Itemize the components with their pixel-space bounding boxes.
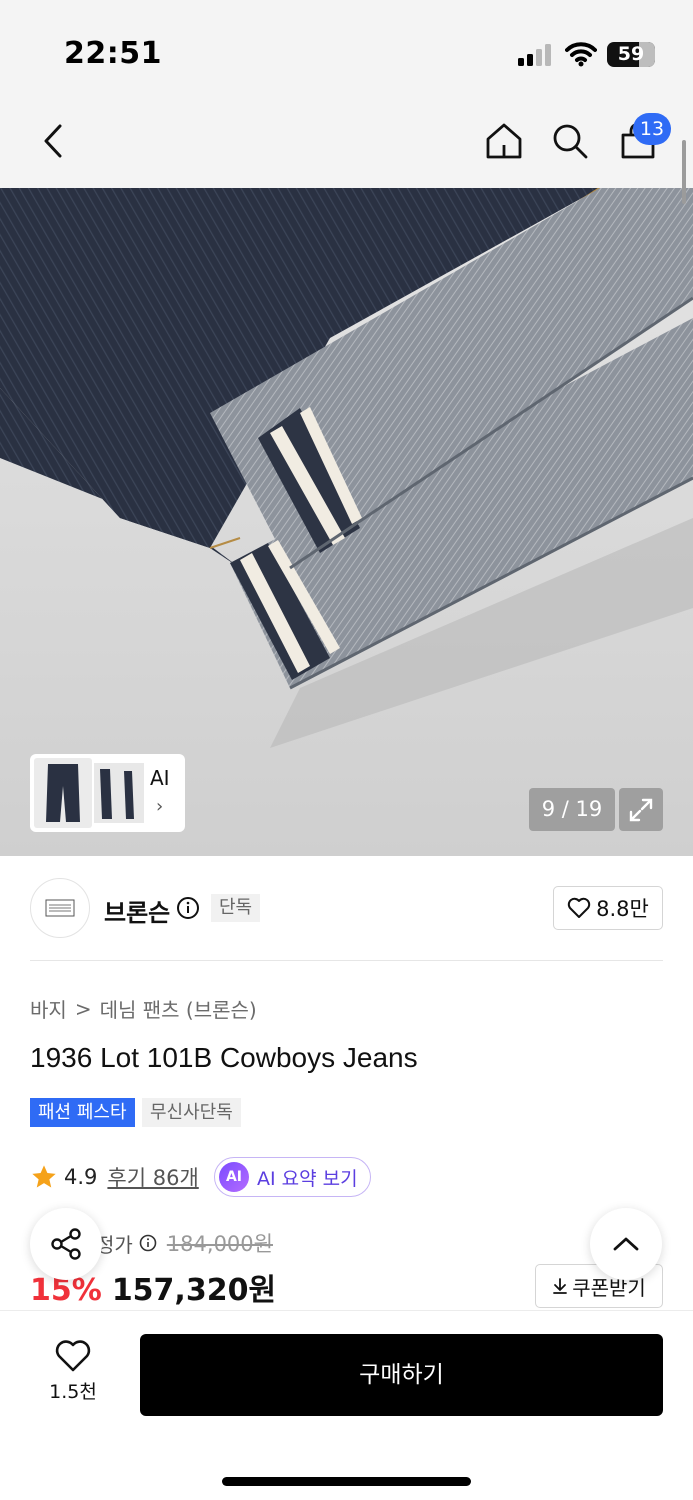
brand-like-count: 8.8만: [596, 897, 649, 921]
info-icon[interactable]: [139, 1234, 157, 1252]
rating-value: 4.9: [64, 1165, 98, 1189]
top-navigation: [0, 100, 693, 188]
image-counter: 9 / 19: [529, 788, 615, 831]
ai-thumbnail-button[interactable]: AI ›: [30, 754, 185, 832]
divider: [30, 960, 663, 961]
product-like-count: 1.5천: [49, 1381, 97, 1403]
sale-price: 157,320원: [111, 1273, 277, 1308]
scroll-top-button[interactable]: [590, 1208, 662, 1280]
home-icon: [486, 123, 522, 159]
brand-logo[interactable]: [30, 878, 90, 938]
bottom-action-bar: 1.5천 구매하기: [0, 1310, 693, 1500]
back-button[interactable]: [30, 118, 76, 164]
heart-icon: [567, 897, 591, 918]
thumbnail-ai-label: AI: [150, 766, 170, 790]
home-indicator[interactable]: [222, 1477, 471, 1486]
original-price-row: 정가 184,000원: [96, 1228, 273, 1258]
brand-logo-mark: [45, 899, 75, 917]
home-button[interactable]: [481, 118, 527, 164]
chevron-right-icon: ›: [156, 796, 164, 817]
review-link[interactable]: 후기 86개: [107, 1162, 198, 1192]
download-icon: [553, 1278, 568, 1294]
chevron-up-icon: [613, 1237, 639, 1251]
expand-icon: [629, 798, 653, 821]
share-button[interactable]: [30, 1208, 102, 1280]
cart-count-badge: 13: [633, 113, 671, 145]
ai-badge-icon: AI: [219, 1162, 249, 1192]
scrollbar[interactable]: [682, 140, 686, 204]
chevron-left-icon: [44, 124, 62, 158]
expand-button[interactable]: [619, 788, 663, 831]
musinsa-exclusive-tag: 무신사단독: [142, 1098, 241, 1127]
rating-row: 4.9 후기 86개: [30, 1158, 199, 1196]
wifi-icon: [565, 42, 597, 67]
ai-summary-button[interactable]: AI AI 요약 보기: [214, 1157, 371, 1197]
thumbnail-jeans-side: [94, 763, 144, 823]
battery-indicator: 59: [607, 42, 655, 67]
buy-button[interactable]: 구매하기: [140, 1334, 663, 1416]
breadcrumb-separator: >: [74, 996, 92, 1021]
cellular-signal-icon: [518, 44, 554, 66]
original-price: 184,000원: [166, 1232, 273, 1256]
breadcrumb-subcategory[interactable]: 데님 팬츠 (브론슨): [100, 994, 257, 1023]
status-time: 22:51: [64, 36, 162, 71]
fashion-festa-tag: 패션 페스타: [30, 1098, 135, 1127]
info-icon[interactable]: [176, 896, 200, 920]
battery-level: 59: [617, 43, 645, 65]
breadcrumb-category[interactable]: 바지: [30, 994, 67, 1023]
search-button[interactable]: [547, 118, 593, 164]
star-icon: [32, 1165, 56, 1188]
breadcrumb: 바지 > 데님 팬츠 (브론슨): [30, 994, 257, 1023]
status-bar: 22:51 59: [0, 0, 693, 100]
product-like-button[interactable]: 1.5천: [40, 1339, 106, 1409]
brand-like-button[interactable]: 8.8만: [553, 886, 663, 930]
brand-name[interactable]: 브론슨: [104, 893, 170, 928]
search-icon: [553, 124, 588, 159]
share-icon: [51, 1228, 81, 1260]
ai-summary-label: AI 요약 보기: [257, 1167, 358, 1190]
product-title: 1936 Lot 101B Cowboys Jeans: [30, 1042, 418, 1073]
heart-icon: [55, 1340, 91, 1372]
thumbnail-jeans-front: [34, 758, 92, 828]
exclusive-tag: 단독: [211, 894, 261, 922]
